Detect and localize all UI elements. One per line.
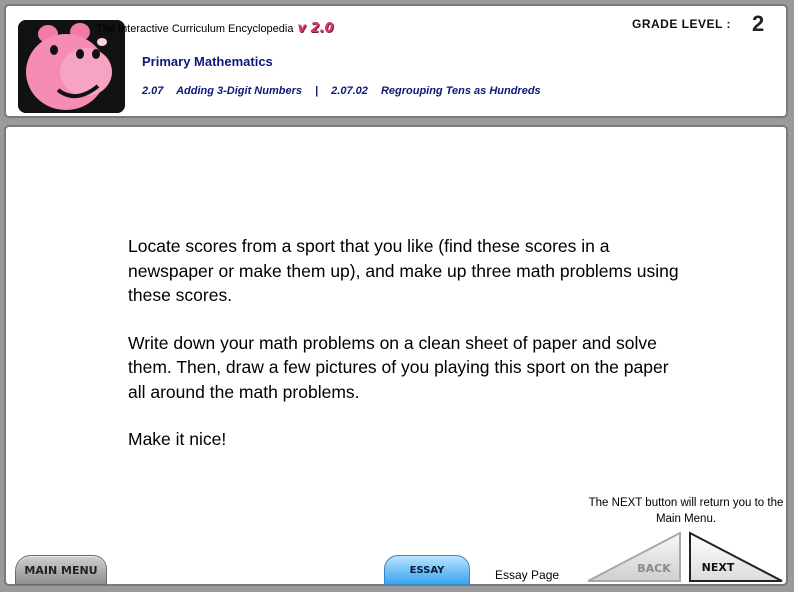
section-number: 2.07.02 <box>331 85 368 97</box>
next-button[interactable]: NEXT <box>689 531 783 582</box>
back-button[interactable]: BACK <box>587 531 681 582</box>
subject-title: Primary Mathematics <box>142 54 273 69</box>
app-title-text: The Interactive Curriculum Encyclopedia <box>96 23 294 35</box>
breadcrumb: 2.07 Adding 3-Digit Numbers | 2.07.02 Re… <box>142 85 551 97</box>
back-label[interactable]: BACK <box>637 562 671 575</box>
grade-level-value: 2 <box>752 11 765 36</box>
content-panel: Locate scores from a sport that you like… <box>4 125 788 586</box>
header-panel: The Interactive Curriculum Encyclopedia v… <box>4 4 788 118</box>
page-label: Essay Page <box>495 568 560 582</box>
essay-paragraph: Write down your math problems on a clean… <box>128 332 669 402</box>
main-menu-button[interactable]: MAIN MENU <box>15 555 107 585</box>
next-button-note: The NEXT button will return you to the M… <box>588 497 784 525</box>
essay-paragraph: Make it nice! <box>128 429 227 449</box>
essay-text: Locate scores from a sport that you like… <box>128 234 688 475</box>
essay-paragraph: Locate scores from a sport that you like… <box>128 236 679 305</box>
breadcrumb-separator: | <box>315 85 319 97</box>
next-label[interactable]: NEXT <box>702 561 735 574</box>
essay-tab-button[interactable]: ESSAY <box>384 555 470 585</box>
grade-level-label: GRADE LEVEL : <box>632 17 731 31</box>
chapter-title: Adding 3-Digit Numbers <box>176 85 302 97</box>
section-title: Regrouping Tens as Hundreds <box>380 85 541 97</box>
nav-buttons: BACK NEXT <box>587 531 783 582</box>
app-title: The Interactive Curriculum Encyclopedia v… <box>96 21 334 36</box>
version-badge: v 2.0 <box>297 21 334 36</box>
chapter-number: 2.07 <box>142 85 164 97</box>
